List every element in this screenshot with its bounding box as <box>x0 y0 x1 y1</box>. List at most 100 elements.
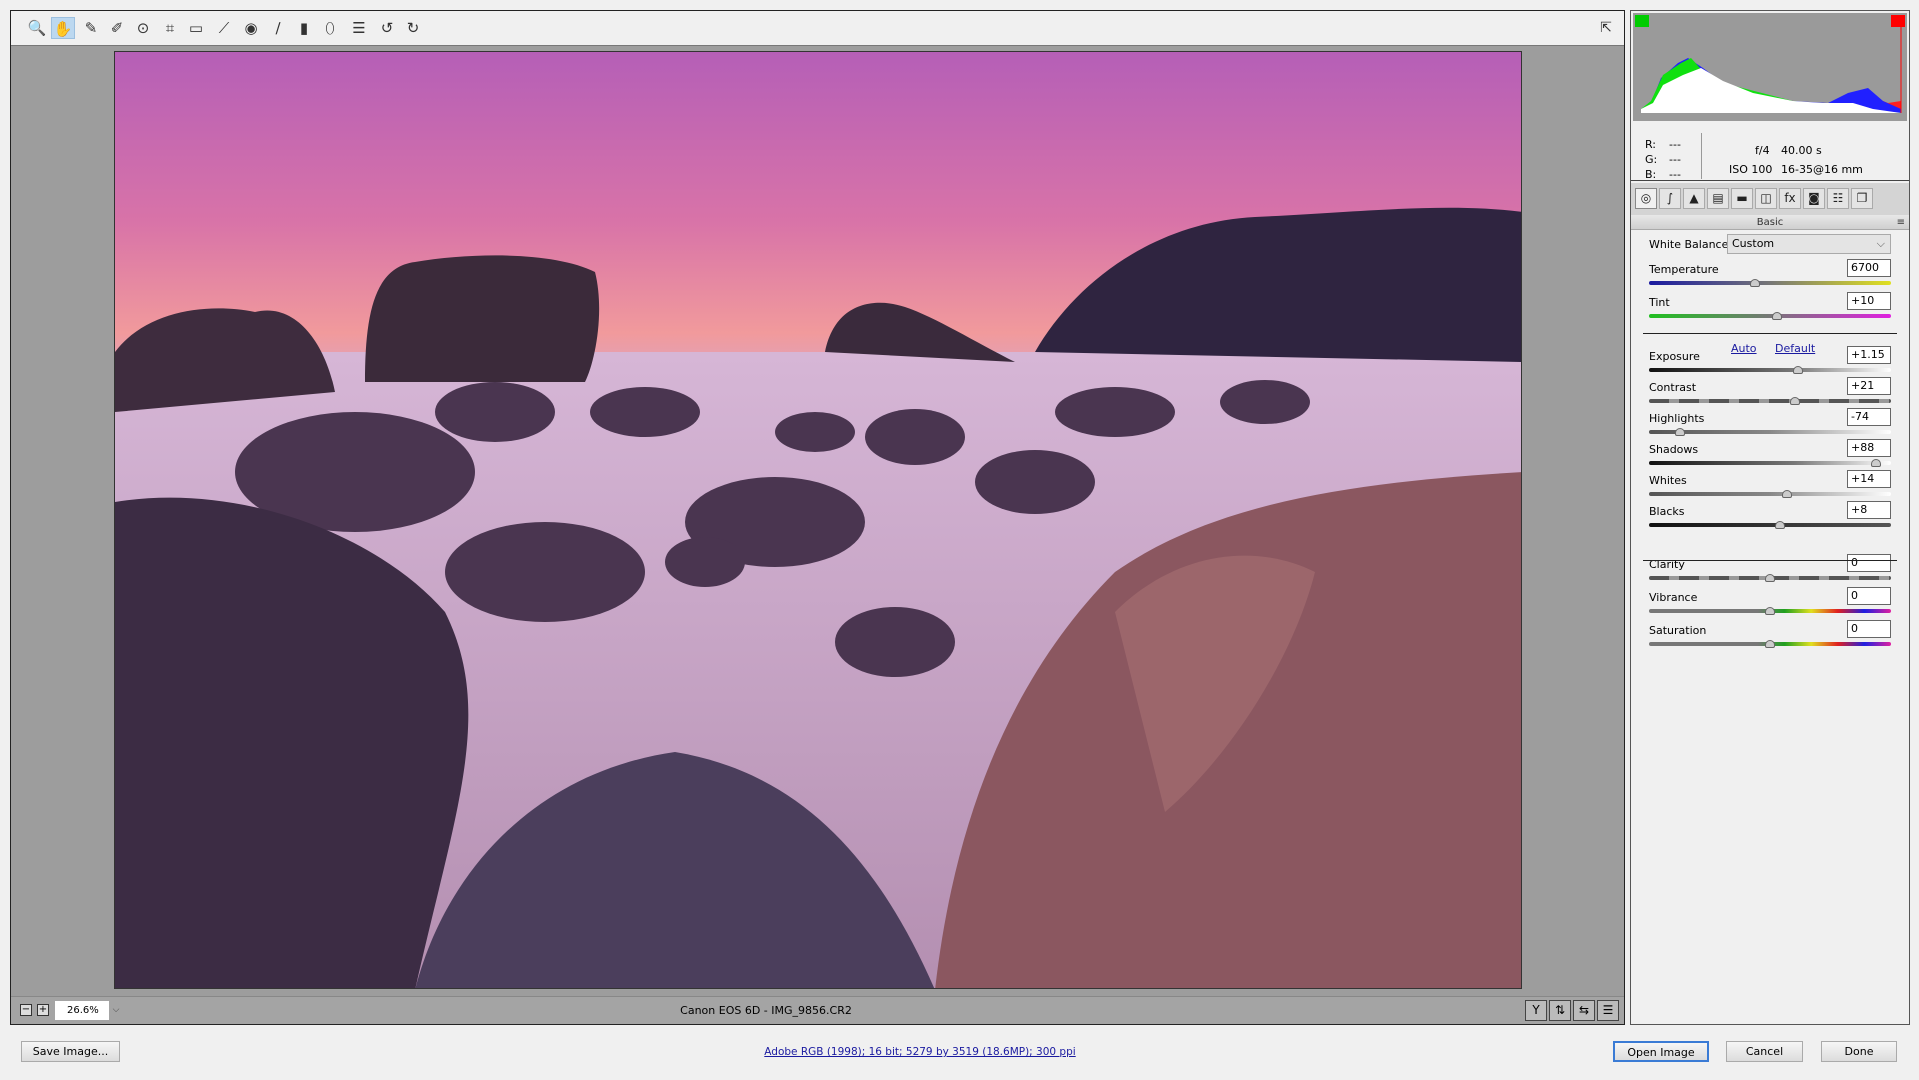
shadows-value-field[interactable]: +88 <box>1847 439 1891 457</box>
tab-split-toning-icon[interactable]: ▬ <box>1731 188 1753 209</box>
shadow-clipping-warning-icon[interactable] <box>1635 15 1649 27</box>
status-bar: − + 26.6% ⌵ Canon EOS 6D - IMG_9856.CR2 … <box>11 996 1624 1024</box>
slider-thumb[interactable] <box>1871 459 1882 467</box>
slider-label: Temperature <box>1649 263 1719 276</box>
g-value: --- <box>1669 153 1681 166</box>
straighten-tool-icon[interactable]: ▭ <box>184 17 208 39</box>
iso: ISO 100 <box>1729 163 1773 176</box>
preview-preferences-icon[interactable]: ☰ <box>1597 1000 1619 1021</box>
image-preview[interactable] <box>114 51 1522 989</box>
tint-slider[interactable] <box>1649 314 1891 318</box>
chevron-down-icon: ⌵ <box>1876 237 1885 250</box>
tab-snapshots-icon[interactable]: ❐ <box>1851 188 1873 209</box>
tab-lens-corrections-icon[interactable]: ◫ <box>1755 188 1777 209</box>
swap-settings-icon[interactable]: ⇅ <box>1549 1000 1571 1021</box>
zoom-tool-icon[interactable]: 🔍 <box>25 17 49 39</box>
panel-title-text: Basic <box>1756 217 1784 228</box>
contrast-value-field[interactable]: +21 <box>1847 377 1891 395</box>
r-value: --- <box>1669 138 1681 151</box>
tab-tone-curve-icon[interactable]: ∫ <box>1659 188 1681 209</box>
preview-area: 🔍 ✋ ✎ ✐ ⊙ ⌗ ▭ ⟋ ◉ ∕ ▮ ⬯ ☰ ↺ ↻ ⇱ − + 26.6… <box>10 10 1625 1025</box>
auto-link[interactable]: Auto <box>1731 342 1757 355</box>
graduated-filter-tool-icon[interactable]: ▮ <box>292 17 316 39</box>
g-label: G: <box>1645 153 1658 166</box>
spot-removal-tool-icon[interactable]: ⟋ <box>212 17 236 39</box>
slider-label: Exposure <box>1649 350 1700 363</box>
radial-filter-tool-icon[interactable]: ⬯ <box>318 17 342 39</box>
tab-detail-icon[interactable]: ▲ <box>1683 188 1705 209</box>
aperture: f/4 <box>1755 144 1770 157</box>
before-after-icon[interactable]: Y <box>1525 1000 1547 1021</box>
save-image-button[interactable]: Save Image... <box>21 1041 120 1062</box>
slider-thumb[interactable] <box>1774 521 1785 529</box>
tab-hsl-icon[interactable]: ▤ <box>1707 188 1729 209</box>
slider-thumb[interactable] <box>1781 490 1792 498</box>
fullscreen-toggle-icon[interactable]: ⇱ <box>1594 17 1618 39</box>
highlights-slider[interactable] <box>1649 430 1891 434</box>
whites-slider[interactable] <box>1649 492 1891 496</box>
rotate-left-tool-icon[interactable]: ↺ <box>375 17 399 39</box>
open-image-button[interactable]: Open Image <box>1613 1041 1709 1062</box>
slider-thumb[interactable] <box>1675 428 1686 436</box>
slider-label: Shadows <box>1649 443 1699 456</box>
targeted-adjustment-tool-icon[interactable]: ⊙ <box>131 17 155 39</box>
white-balance-select[interactable]: Custom ⌵ <box>1727 234 1891 254</box>
highlight-clipping-warning-icon[interactable] <box>1891 15 1905 27</box>
toolbar: 🔍 ✋ ✎ ✐ ⊙ ⌗ ▭ ⟋ ◉ ∕ ▮ ⬯ ☰ ↺ ↻ ⇱ <box>11 11 1624 46</box>
done-button[interactable]: Done <box>1821 1041 1897 1062</box>
slider-label: Contrast <box>1649 381 1697 394</box>
contrast-slider[interactable] <box>1649 399 1891 403</box>
slider-label: Saturation <box>1649 624 1707 637</box>
highlights-value-field[interactable]: -74 <box>1847 408 1891 426</box>
tab-basic-icon[interactable]: ◎ <box>1635 188 1657 209</box>
cancel-button[interactable]: Cancel <box>1726 1041 1803 1062</box>
crop-tool-icon[interactable]: ⌗ <box>158 17 182 39</box>
temperature-slider[interactable] <box>1649 281 1891 285</box>
panel-tabs: ◎ ∫ ▲ ▤ ▬ ◫ fx ◙ ☷ ❐ <box>1631 183 1909 215</box>
slider-thumb[interactable] <box>1765 574 1775 582</box>
slider-thumb[interactable] <box>1790 397 1801 405</box>
whites-value-field[interactable]: +14 <box>1847 470 1891 488</box>
slider-label: Highlights <box>1649 412 1705 425</box>
vibrance-value-field[interactable]: 0 <box>1847 587 1891 605</box>
color-sampler-tool-icon[interactable]: ✐ <box>105 17 129 39</box>
slider-thumb[interactable] <box>1792 366 1803 374</box>
clarity-value-field[interactable]: 0 <box>1847 554 1891 572</box>
rotate-right-tool-icon[interactable]: ↻ <box>401 17 425 39</box>
copy-settings-icon[interactable]: ⇆ <box>1573 1000 1595 1021</box>
adjustment-brush-tool-icon[interactable]: ∕ <box>266 17 290 39</box>
adjustments-panel: R: --- G: --- B: --- f/4 40.00 s ISO 100… <box>1630 10 1910 1025</box>
red-eye-removal-tool-icon[interactable]: ◉ <box>239 17 263 39</box>
workflow-options-link[interactable]: Adobe RGB (1998); 16 bit; 5279 by 3519 (… <box>620 1046 1220 1058</box>
preferences-tool-icon[interactable]: ☰ <box>347 17 371 39</box>
hand-tool-icon[interactable]: ✋ <box>51 17 75 39</box>
exposure-value-field[interactable]: +1.15 <box>1847 346 1891 364</box>
default-link[interactable]: Default <box>1775 342 1815 355</box>
slider-label: Blacks <box>1649 505 1685 518</box>
shadows-slider[interactable] <box>1649 461 1891 465</box>
tab-effects-icon[interactable]: fx <box>1779 188 1801 209</box>
saturation-value-field[interactable]: 0 <box>1847 620 1891 638</box>
slider-label: Tint <box>1649 296 1670 309</box>
exposure-slider[interactable] <box>1649 368 1891 372</box>
slider-thumb[interactable] <box>1765 640 1775 648</box>
slider-thumb[interactable] <box>1750 279 1761 287</box>
file-name: Canon EOS 6D - IMG_9856.CR2 <box>680 1004 852 1017</box>
temperature-value-field[interactable]: 6700 <box>1847 259 1891 277</box>
tab-presets-icon[interactable]: ☷ <box>1827 188 1849 209</box>
shutter-speed: 40.00 s <box>1781 144 1822 157</box>
r-label: R: <box>1645 138 1657 151</box>
tint-value-field[interactable]: +10 <box>1847 292 1891 310</box>
slider-label: Whites <box>1649 474 1687 487</box>
blacks-value-field[interactable]: +8 <box>1847 501 1891 519</box>
slider-thumb[interactable] <box>1765 607 1775 615</box>
white-balance-tool-icon[interactable]: ✎ <box>79 17 103 39</box>
blacks-slider[interactable] <box>1649 523 1891 527</box>
panel-title: Basic ≡ <box>1631 215 1909 230</box>
b-label: B: <box>1645 168 1657 181</box>
camera-info: R: --- G: --- B: --- f/4 40.00 s ISO 100… <box>1631 123 1909 181</box>
histogram <box>1633 13 1907 121</box>
tab-camera-calibration-icon[interactable]: ◙ <box>1803 188 1825 209</box>
slider-thumb[interactable] <box>1772 312 1783 320</box>
panel-menu-icon[interactable]: ≡ <box>1897 215 1905 230</box>
